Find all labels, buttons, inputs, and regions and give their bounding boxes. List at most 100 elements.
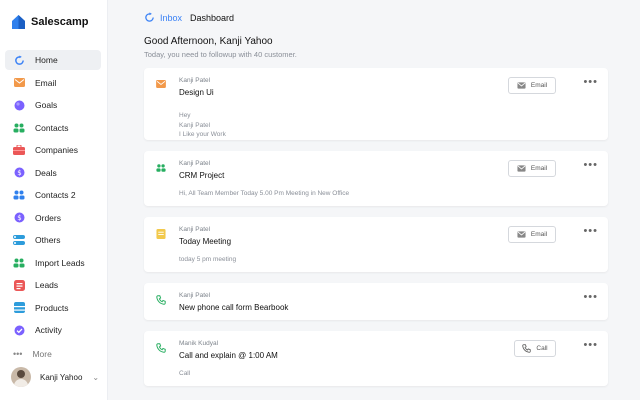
svg-text:$: $ xyxy=(17,214,21,222)
more-options-icon[interactable]: ••• xyxy=(583,226,598,237)
feed-card[interactable]: Kanji Patel Today Meeting today 5 pm mee… xyxy=(144,217,608,272)
sidebar-item-label: Orders xyxy=(35,212,61,223)
card-author: Kanji Patel xyxy=(179,77,211,84)
svg-text:$: $ xyxy=(17,169,21,177)
card-author: Kanji Patel xyxy=(179,226,211,233)
sidebar-item-label: Companies xyxy=(35,145,78,155)
sidebar-item-email[interactable]: Email xyxy=(5,73,101,93)
phone-icon xyxy=(522,344,532,353)
email-button[interactable]: Email xyxy=(508,77,556,94)
feed-card[interactable]: Manik Kudyal Call and explain @ 1:00 AM … xyxy=(144,331,608,386)
phone-icon xyxy=(156,343,166,353)
card-title: Design Ui xyxy=(179,88,214,97)
call-button-label: Call xyxy=(536,345,548,352)
more-options-icon[interactable]: ••• xyxy=(583,340,598,351)
greeting-title: Good Afternoon, Kanji Yahoo xyxy=(144,36,273,47)
card-author: Kanji Patel xyxy=(179,292,211,299)
card-text: Hey Kanji Patel I Like your Work xyxy=(179,112,226,138)
mail-icon xyxy=(517,231,526,238)
email-icon xyxy=(156,80,166,88)
email-button-label: Email xyxy=(530,82,548,89)
email-button[interactable]: Email xyxy=(508,160,556,177)
card-title: CRM Project xyxy=(179,171,225,180)
avatar xyxy=(11,367,31,387)
note-icon xyxy=(156,229,166,239)
card-author: Manik Kudyal xyxy=(179,340,219,347)
sidebar-nav: Home Email Goals Contacts Companies $ De… xyxy=(5,50,101,343)
others-icon xyxy=(13,234,25,246)
email-icon xyxy=(13,77,25,89)
breadcrumb-inbox-link[interactable]: Inbox xyxy=(160,13,182,23)
feed-card[interactable]: Kanji Patel Design Ui Hey Kanji Patel I … xyxy=(144,68,608,140)
user-name: Kanji Yahoo xyxy=(40,372,83,382)
sidebar-item-label: Products xyxy=(35,302,69,313)
card-title: Call and explain @ 1:00 AM xyxy=(179,351,278,360)
card-text: Hi, All Team Member Today 5.00 Pm Meetin… xyxy=(179,190,350,197)
contacts-2-icon xyxy=(13,189,25,201)
mail-icon xyxy=(517,165,526,172)
more-dots-icon: ••• xyxy=(13,349,23,359)
sidebar-item-label: Others xyxy=(35,235,61,245)
sidebar-more[interactable]: ••• More xyxy=(13,349,52,359)
sidebar-item-orders[interactable]: $ Orders xyxy=(5,208,101,228)
more-options-icon[interactable]: ••• xyxy=(583,77,598,88)
main-content: Inbox Dashboard Good Afternoon, Kanji Ya… xyxy=(108,0,640,400)
brand[interactable]: Salescamp xyxy=(11,14,88,30)
sidebar-item-label: Contacts 2 xyxy=(35,190,76,200)
products-icon xyxy=(13,302,25,314)
sidebar-item-products[interactable]: Products xyxy=(5,298,101,318)
sidebar-item-leads[interactable]: Leads xyxy=(5,275,101,295)
sidebar-item-label: Import Leads xyxy=(35,257,85,268)
greeting-subtitle: Today, you need to followup with 40 cust… xyxy=(144,50,297,59)
import-leads-icon xyxy=(13,257,25,269)
contacts-icon xyxy=(13,122,25,134)
activity-icon xyxy=(13,324,25,336)
home-icon xyxy=(13,54,25,66)
page-title: Dashboard xyxy=(190,12,235,23)
sidebar-item-deals[interactable]: $ Deals xyxy=(5,163,101,183)
phone-icon xyxy=(156,295,166,305)
sidebar-item-label: Leads xyxy=(35,280,59,290)
activity-feed: Kanji Patel Design Ui Hey Kanji Patel I … xyxy=(144,68,608,397)
sidebar-item-contacts-2[interactable]: Contacts 2 xyxy=(5,185,101,205)
card-title: Today Meeting xyxy=(179,237,232,246)
deals-icon: $ xyxy=(13,167,25,179)
card-text: Call xyxy=(179,370,191,377)
more-options-icon[interactable]: ••• xyxy=(583,160,598,171)
sidebar-item-label: Goals xyxy=(35,100,58,110)
sidebar-item-label: Email xyxy=(35,77,57,88)
sidebar-item-goals[interactable]: Goals xyxy=(5,95,101,115)
sidebar-item-label: Activity xyxy=(35,325,62,335)
more-label: More xyxy=(32,349,52,359)
orders-icon: $ xyxy=(13,212,25,224)
breadcrumb: Inbox Dashboard xyxy=(144,12,234,23)
sidebar-item-label: Contacts xyxy=(35,122,69,133)
email-button[interactable]: Email xyxy=(508,226,556,243)
sidebar: Salescamp Home Email Goals Contacts Comp… xyxy=(0,0,108,400)
card-author: Kanji Patel xyxy=(179,160,211,167)
refresh-icon[interactable] xyxy=(144,12,155,23)
more-options-icon[interactable]: ••• xyxy=(583,292,598,303)
mail-icon xyxy=(517,82,526,89)
sidebar-item-activity[interactable]: Activity xyxy=(5,320,101,340)
feed-card[interactable]: Kanji Patel New phone call form Bearbook… xyxy=(144,283,608,320)
contacts-icon xyxy=(156,164,166,172)
companies-icon xyxy=(13,144,25,156)
sidebar-item-home[interactable]: Home xyxy=(5,50,101,70)
user-profile[interactable]: Kanji Yahoo ⌄ xyxy=(11,367,99,387)
card-text: today 5 pm meeting xyxy=(179,256,237,263)
sidebar-item-label: Home xyxy=(35,55,58,65)
sidebar-item-others[interactable]: Others xyxy=(5,230,101,250)
call-button[interactable]: Call xyxy=(514,340,556,357)
brand-name: Salescamp xyxy=(31,16,89,28)
goals-icon xyxy=(13,99,25,111)
email-button-label: Email xyxy=(530,165,548,172)
leads-icon xyxy=(13,279,25,291)
sidebar-item-contacts[interactable]: Contacts xyxy=(5,118,101,138)
sidebar-item-import-leads[interactable]: Import Leads xyxy=(5,253,101,273)
sidebar-item-companies[interactable]: Companies xyxy=(5,140,101,160)
card-title: New phone call form Bearbook xyxy=(179,303,289,312)
email-button-label: Email xyxy=(530,231,548,238)
salescamp-logo-icon xyxy=(12,15,25,29)
feed-card[interactable]: Kanji Patel CRM Project Hi, All Team Mem… xyxy=(144,151,608,206)
